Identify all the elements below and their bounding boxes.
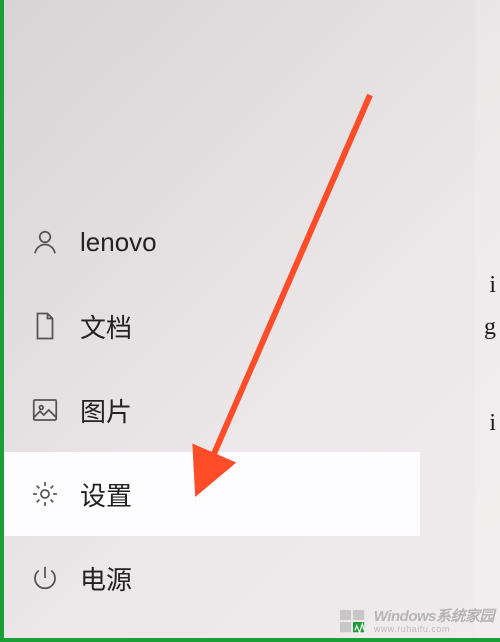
menu-item-label: 设置 [80,476,132,513]
watermark-text: Windows系统家园 [374,609,494,625]
menu-item-label: 文档 [80,308,132,345]
power-icon [30,563,80,593]
pictures-icon [30,395,80,425]
document-icon [30,311,80,341]
menu-item-label: 图片 [80,392,132,429]
watermark-url: www.ruhaifu.com [374,625,494,634]
watermark-logo-icon [338,608,368,636]
watermark: Windows系统家园 www.ruhaifu.com [338,608,494,636]
user-icon [30,227,80,257]
side-letter: i [489,410,496,437]
start-menu-left-panel: lenovo 文档 图片 设置 [0,0,420,642]
side-letter: i [489,272,496,299]
side-letter: g [484,314,496,341]
menu-item-user[interactable]: lenovo [0,200,420,284]
menu-item-label: 电源 [80,560,132,597]
menu-item-label: lenovo [80,227,157,258]
menu-item-documents[interactable]: 文档 [0,284,420,368]
menu-item-pictures[interactable]: 图片 [0,368,420,452]
menu-item-settings[interactable]: 设置 [0,452,420,536]
gear-icon [30,479,80,509]
side-letter-column: i g i [475,0,500,642]
